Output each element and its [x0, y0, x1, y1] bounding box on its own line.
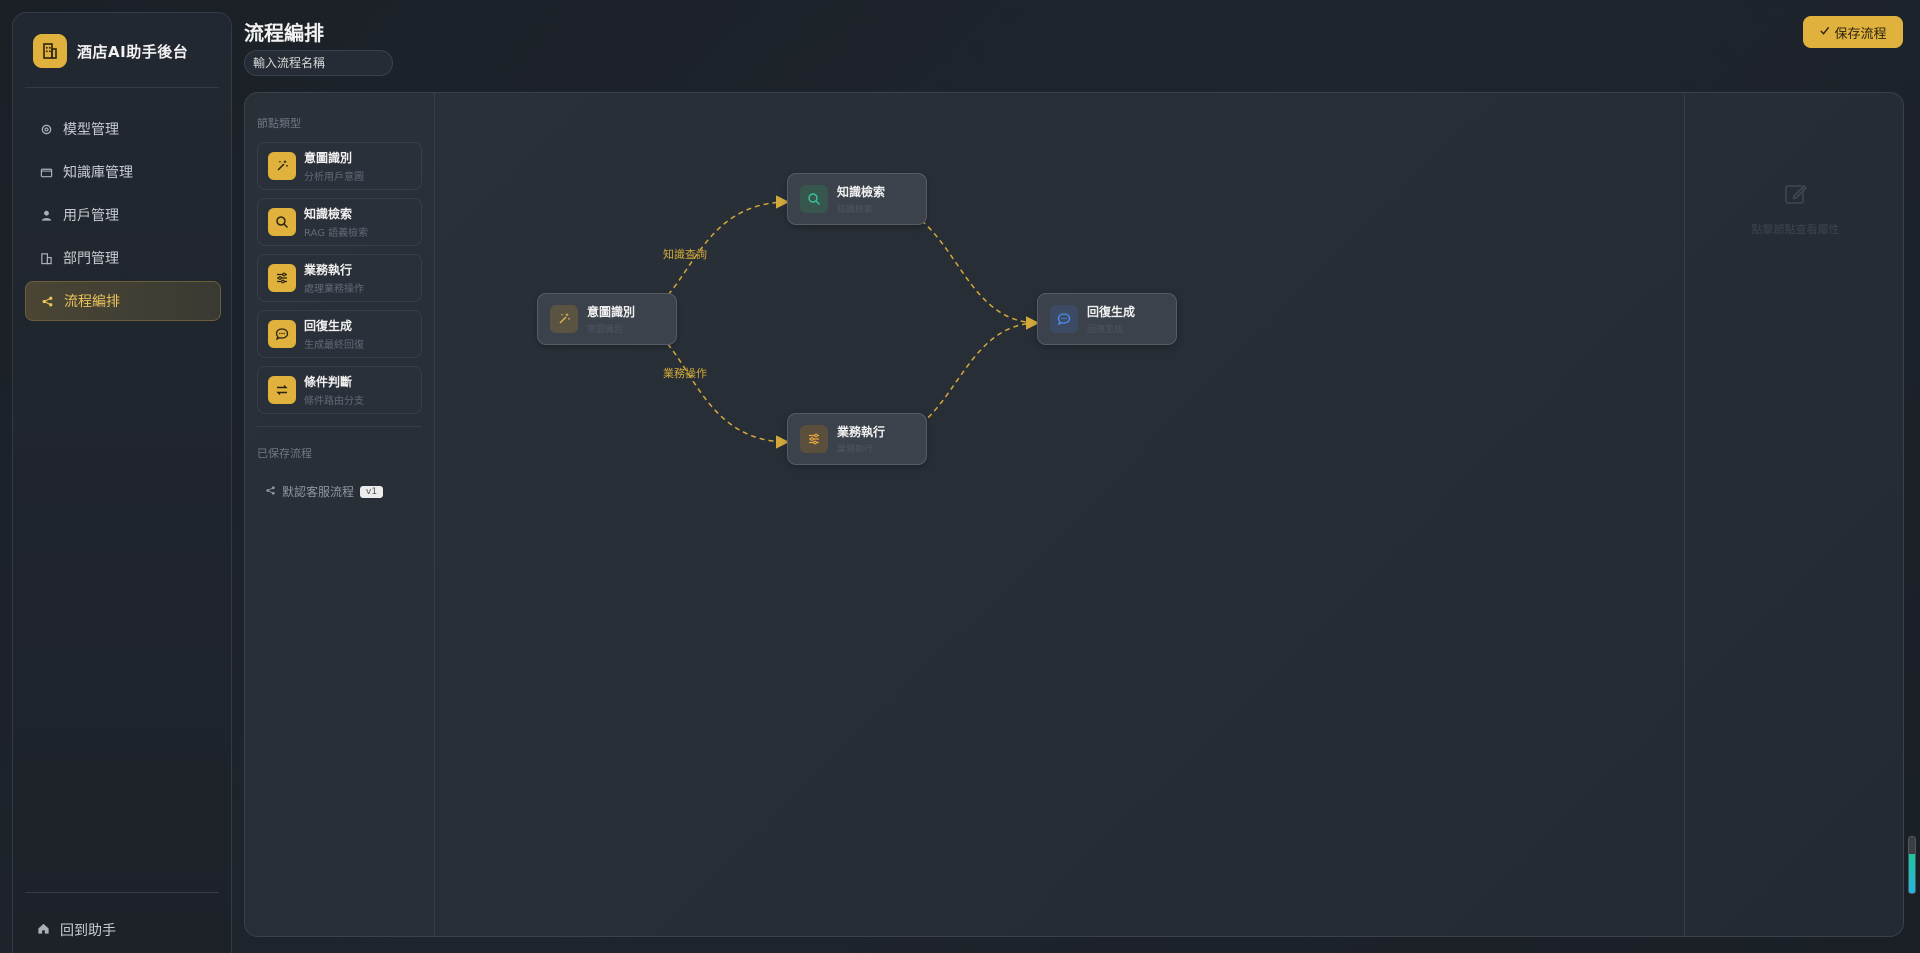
- palette-node-condition[interactable]: 條件判斷條件路由分支: [257, 366, 422, 414]
- sidebar-item-models[interactable]: 模型管理: [25, 109, 221, 149]
- sliders-icon: [268, 264, 296, 292]
- saved-flow-name: 默認客服流程: [282, 485, 355, 499]
- flow-node-sub: 知識檢索: [837, 205, 874, 215]
- save-flow-button[interactable]: 保存流程: [1803, 16, 1903, 48]
- sidebar-item-label: 部門管理: [63, 251, 119, 267]
- sidebar-item-departments[interactable]: 部門管理: [25, 238, 221, 278]
- palette-node-title: 回復生成: [304, 319, 353, 333]
- saved-flows-title: 已保存流程: [257, 447, 312, 460]
- scrollbar[interactable]: [1908, 836, 1916, 894]
- flow-node-reply[interactable]: 回復生成 回復生成: [1037, 293, 1177, 345]
- palette-node-intent[interactable]: 意圖識別分析用戶意圖: [257, 142, 422, 190]
- palette-node-knowledge[interactable]: 知識檢索 RAG 語義檢索: [257, 198, 422, 246]
- palette-node-desc: 分析用戶意圖: [304, 172, 364, 183]
- search-icon: [268, 208, 296, 236]
- sidebar-item-knowledge-base[interactable]: 知識庫管理: [25, 152, 221, 192]
- divider: [25, 892, 219, 893]
- sliders-icon: [800, 425, 828, 453]
- node-types-title: 節點類型: [257, 117, 301, 130]
- sidebar-item-users[interactable]: 用戶管理: [25, 195, 221, 235]
- sidebar: 酒店AI助手後台 模型管理 知識庫管理 用戶管理 部門管理 流程編排 回到助手: [12, 12, 232, 953]
- flow-canvas[interactable]: 知識查詢 業務操作 意圖識別 意圖識別 知識檢索 知識檢索 業務執行 業務執行 回復生…: [436, 93, 1684, 936]
- edit-icon: [1783, 181, 1809, 211]
- flow-node-knowledge[interactable]: 知識檢索 知識檢索: [787, 173, 927, 225]
- flow-node-sub: 業務執行: [837, 445, 874, 455]
- node-palette: 節點類型 意圖識別 分析用戶意圖 知識檢索 RAG 語義檢索 業務執行 處理業務操作 …: [245, 93, 435, 936]
- chat-bubble-icon: [1050, 305, 1078, 333]
- flow-node-sub: 意圖識別: [587, 325, 624, 335]
- flow-node-intent[interactable]: 意圖識別 意圖識別: [537, 293, 677, 345]
- properties-empty-state: 點擊節點查看屬性: [1685, 181, 1903, 237]
- palette-node-title: 條件判斷: [304, 375, 353, 389]
- palette-node-title: 知識檢索: [304, 207, 353, 221]
- back-to-assistant-link[interactable]: 回到助手: [37, 920, 116, 940]
- divider: [25, 87, 219, 88]
- saved-flow-item[interactable]: 默認客服流程 v1: [265, 483, 384, 500]
- app-title: 酒店AI助手後台: [77, 42, 189, 61]
- magic-wand-icon: [550, 305, 578, 333]
- back-label: 回到助手: [60, 923, 116, 939]
- home-icon: [37, 922, 50, 939]
- share-icon: [265, 485, 276, 499]
- flow-node-business[interactable]: 業務執行 業務執行: [787, 413, 927, 465]
- page-title: 流程編排: [244, 21, 324, 45]
- palette-node-title: 意圖識別: [304, 151, 353, 165]
- palette-node-desc: 條件路由分支: [304, 396, 364, 407]
- version-badge: v1: [360, 485, 384, 498]
- magic-wand-icon: [268, 152, 296, 180]
- flow-node-label: 回復生成: [1087, 305, 1136, 319]
- sidebar-nav: 模型管理 知識庫管理 用戶管理 部門管理 流程編排: [25, 109, 221, 324]
- folder-icon: [39, 165, 53, 179]
- flow-node-label: 知識檢索: [837, 185, 886, 199]
- palette-node-title: 業務執行: [304, 263, 353, 277]
- divider: [257, 426, 422, 427]
- sidebar-item-label: 用戶管理: [63, 208, 119, 224]
- flow-node-sub: 回復生成: [1087, 325, 1124, 335]
- edges-layer: [621, 195, 1040, 449]
- search-icon: [800, 185, 828, 213]
- swap-arrows-icon: [268, 376, 296, 404]
- building-icon: [33, 34, 67, 68]
- flow-node-label: 意圖識別: [587, 305, 636, 319]
- check-icon: [1819, 25, 1830, 40]
- sidebar-item-label: 流程編排: [64, 294, 120, 310]
- save-label: 保存流程: [1834, 26, 1887, 42]
- brand: 酒店AI助手後台: [33, 33, 188, 69]
- flow-editor-panel: 節點類型 意圖識別 分析用戶意圖 知識檢索 RAG 語義檢索 業務執行 處理業務操作 …: [244, 92, 1904, 937]
- user-icon: [39, 208, 53, 222]
- flow-name-input[interactable]: [244, 50, 393, 76]
- palette-node-reply[interactable]: 回復生成生成最終回復: [257, 310, 422, 358]
- edge-label-business-operation: 業務操作: [663, 367, 707, 380]
- sidebar-item-label: 模型管理: [63, 122, 119, 138]
- palette-node-desc: 生成最終回復: [304, 340, 364, 351]
- share-icon: [40, 294, 54, 308]
- palette-node-desc: 處理業務操作: [304, 284, 364, 295]
- palette-node-business[interactable]: 業務執行處理業務操作: [257, 254, 422, 302]
- edge-label-knowledge-query: 知識查詢: [663, 248, 707, 261]
- building-icon: [39, 251, 53, 265]
- properties-panel: 點擊節點查看屬性: [1684, 93, 1903, 936]
- properties-empty-text: 點擊節點查看屬性: [1751, 223, 1840, 236]
- gear-icon: [39, 122, 53, 136]
- palette-node-desc: RAG 語義檢索: [304, 228, 369, 239]
- flow-node-label: 業務執行: [837, 425, 886, 439]
- sidebar-item-flow-orchestration[interactable]: 流程編排: [25, 281, 221, 321]
- chat-bubble-icon: [268, 320, 296, 348]
- sidebar-item-label: 知識庫管理: [63, 165, 133, 181]
